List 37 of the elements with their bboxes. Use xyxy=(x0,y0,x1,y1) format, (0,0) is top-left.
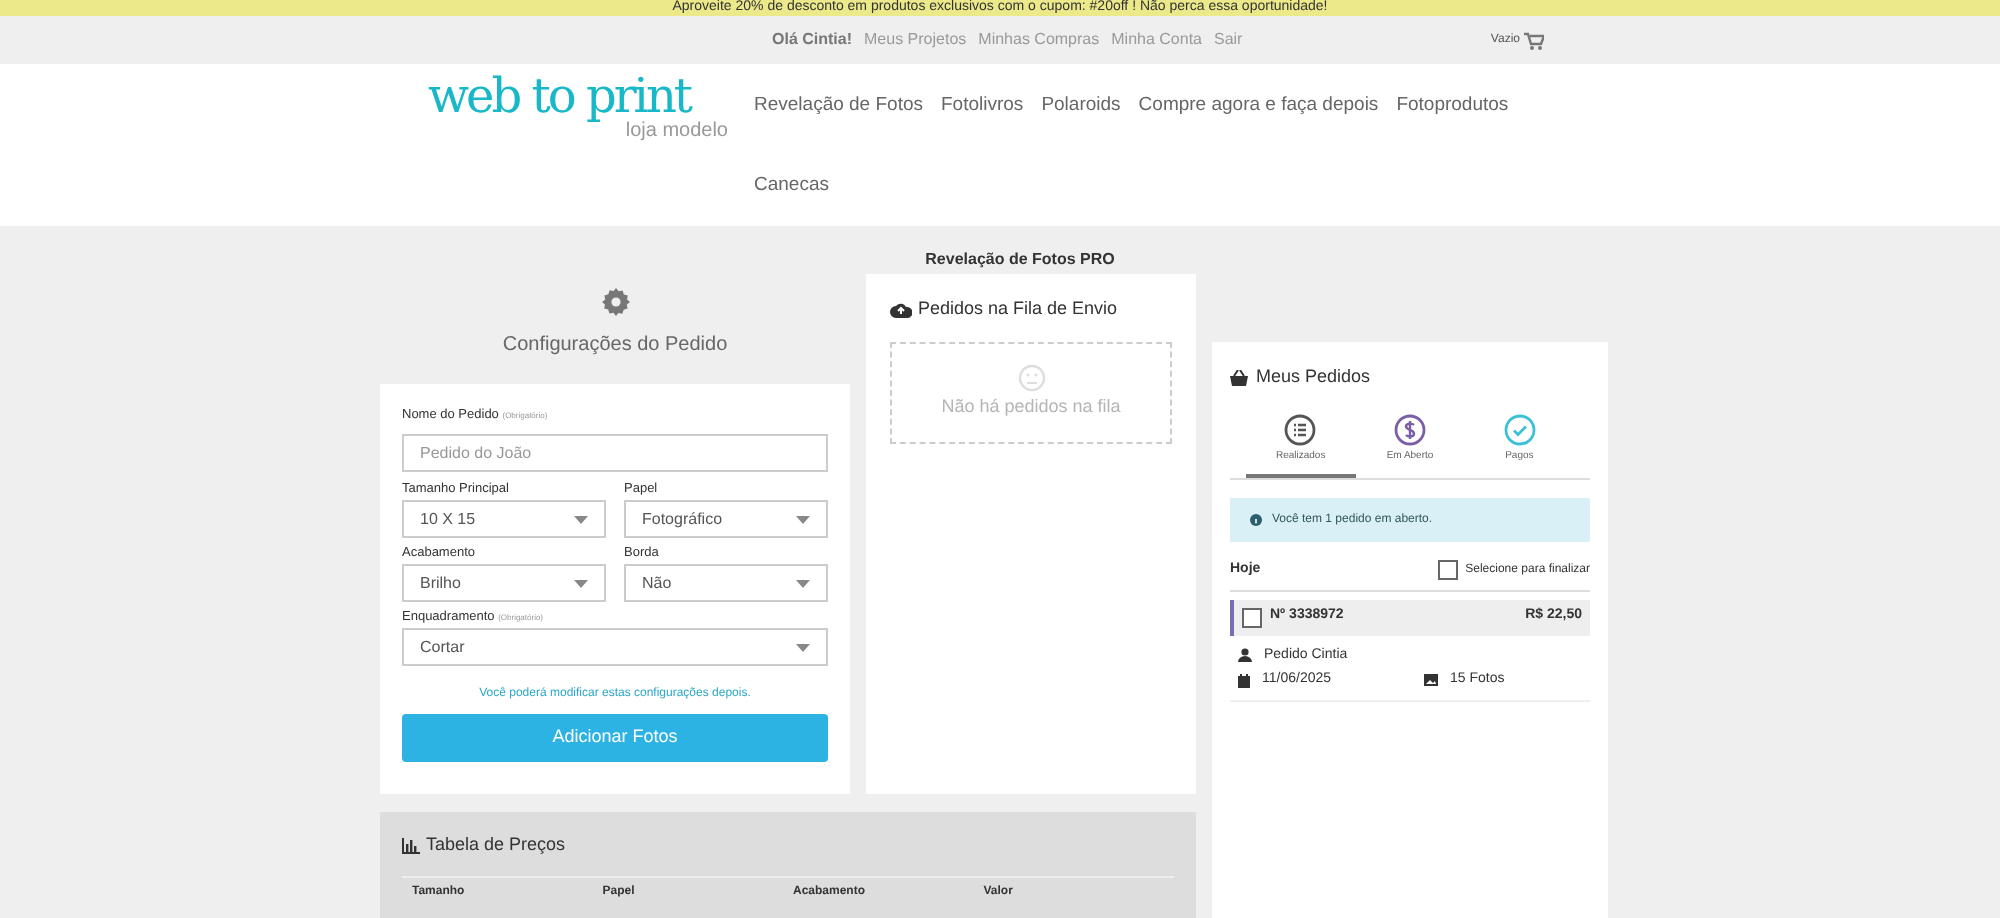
logo[interactable]: web to print loja modelo xyxy=(428,70,728,142)
caret-icon xyxy=(574,579,588,587)
nav-link[interactable]: Fotolivros xyxy=(941,92,1024,172)
input-field[interactable]: Pedido do João xyxy=(402,434,828,472)
select-field[interactable]: Cortar xyxy=(402,628,828,666)
settings-icon xyxy=(599,286,631,318)
checkbox[interactable] xyxy=(1437,560,1458,581)
select-field[interactable]: Brilho xyxy=(402,564,606,602)
sad-face-icon xyxy=(1017,363,1045,392)
select-field[interactable]: Não xyxy=(624,564,828,602)
card-title: Tabela de Preços xyxy=(426,832,566,858)
caret-icon xyxy=(574,515,588,523)
nav-link[interactable]: Fotoprodutos xyxy=(1396,92,1509,172)
info-icon xyxy=(1250,514,1262,526)
card-title: Pedidos na Fila de Envio xyxy=(918,296,1118,322)
caret-icon xyxy=(796,579,810,587)
nav-link[interactable]: Canecas xyxy=(754,172,829,252)
page-title: Revelação de Fotos PRO xyxy=(925,248,1115,272)
calendar-icon xyxy=(1238,673,1250,688)
nav-link[interactable]: Polaroids xyxy=(1041,92,1121,172)
basket-icon xyxy=(1230,369,1248,386)
nav-link[interactable]: Compre agora e faça depois xyxy=(1138,92,1379,172)
empty-message: Não há pedidos na fila xyxy=(941,393,1121,420)
bar-chart-icon xyxy=(402,837,420,854)
user-icon xyxy=(1238,648,1252,663)
caret-icon xyxy=(796,643,810,651)
image-icon xyxy=(1424,674,1438,687)
caret-icon xyxy=(796,515,810,523)
cart-icon[interactable] xyxy=(1524,31,1544,49)
section-title: Configurações do Pedido xyxy=(502,332,728,360)
checkbox[interactable] xyxy=(1242,607,1262,627)
nav-link[interactable]: Revelação de Fotos xyxy=(754,92,923,172)
cloud-upload-icon xyxy=(890,301,912,318)
select-field[interactable]: Fotográfico xyxy=(624,500,828,538)
greeting: Olá Cintia! xyxy=(772,28,853,52)
select-field[interactable]: 10 X 15 xyxy=(402,500,606,538)
card-title: Meus Pedidos xyxy=(1256,364,1371,390)
